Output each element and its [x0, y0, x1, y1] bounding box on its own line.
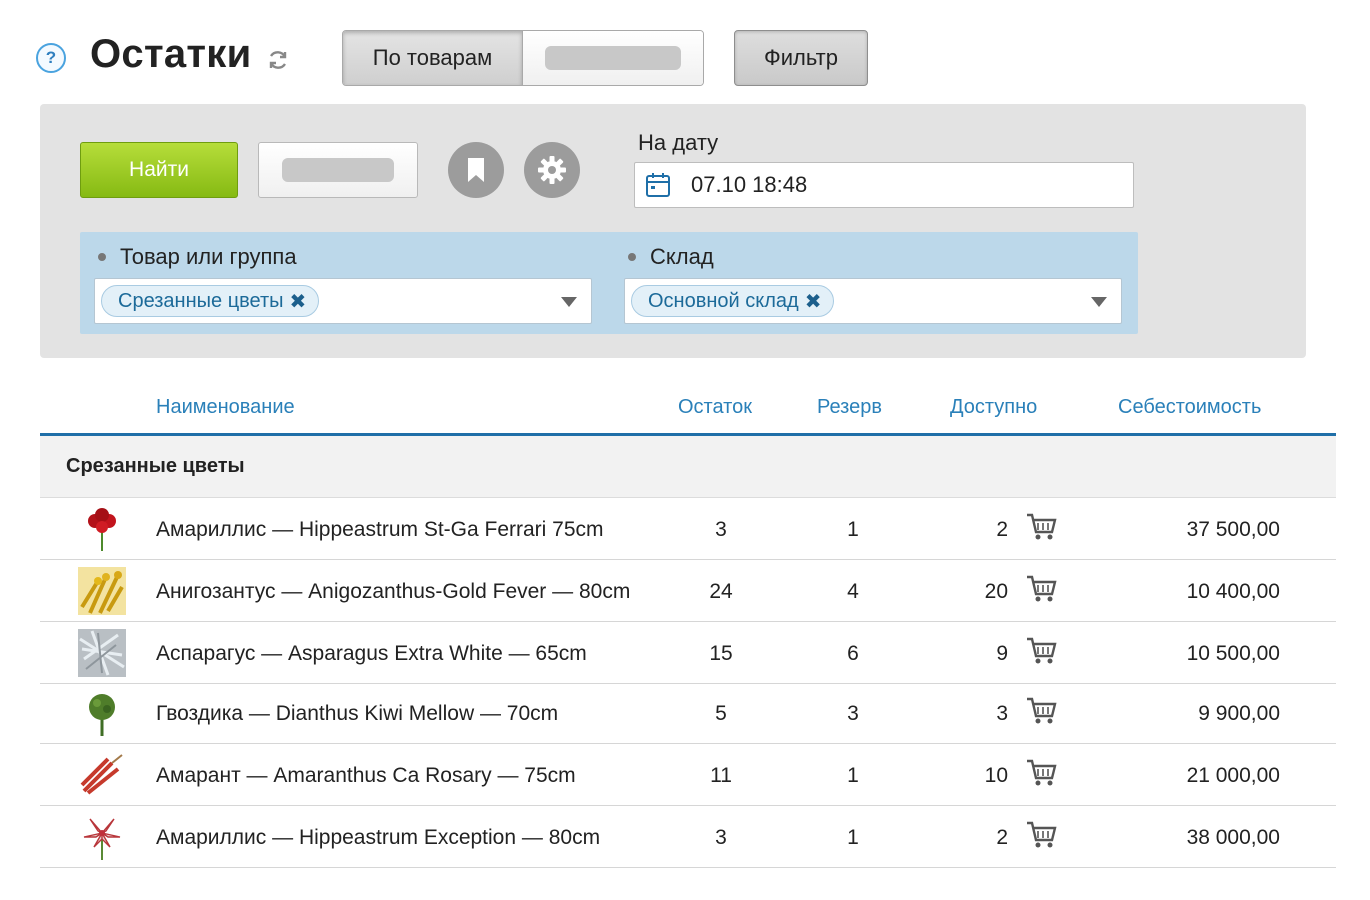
row-cost: 9 900,00: [1198, 702, 1280, 725]
row-stock: 15: [709, 642, 733, 665]
cart-icon[interactable]: [1026, 512, 1058, 542]
group-title: Срезанные цветы: [66, 455, 245, 477]
tab-second-view[interactable]: [523, 31, 703, 85]
table-row[interactable]: Аспарагус — Asparagus Extra White — 65cm…: [40, 622, 1336, 684]
row-stock: 3: [715, 518, 727, 541]
redacted-label: [545, 46, 681, 70]
flower-thumbnail: [78, 813, 126, 861]
group-row[interactable]: Срезанные цветы: [40, 436, 1336, 498]
bookmark-button[interactable]: [448, 142, 504, 198]
row-stock: 3: [715, 826, 727, 849]
row-available: 9: [996, 642, 1008, 665]
reset-button[interactable]: [258, 142, 418, 198]
chevron-down-icon[interactable]: [561, 297, 577, 307]
warehouse-select[interactable]: Основной склад ✖: [624, 278, 1122, 324]
row-reserve: 1: [847, 826, 859, 849]
row-name: Анигозантус — Anigozanthus-Gold Fever — …: [156, 580, 631, 603]
row-reserve: 1: [847, 764, 859, 787]
filter-panel: Найти На дату 07.10 18:48 Товар или груп…: [40, 104, 1306, 358]
row-stock: 5: [715, 702, 727, 725]
date-label: На дату: [638, 130, 719, 155]
table-row[interactable]: Амариллис — Hippeastrum St-Ga Ferrari 75…: [40, 498, 1336, 560]
table-header: Наименование Остаток Резерв Доступно Себ…: [40, 384, 1336, 436]
row-cost: 21 000,00: [1186, 764, 1280, 787]
page-title: Остатки: [90, 32, 252, 76]
row-name: Гвоздика — Dianthus Kiwi Mellow — 70cm: [156, 702, 559, 725]
chevron-down-icon[interactable]: [1091, 297, 1107, 307]
refresh-icon[interactable]: [266, 48, 290, 72]
row-name: Амарант — Amaranthus Ca Rosary — 75cm: [156, 764, 576, 787]
row-cost: 10 400,00: [1186, 580, 1280, 603]
row-name: Амариллис — Hippeastrum St-Ga Ferrari 75…: [156, 518, 604, 541]
condition-label-product: Товар или группа: [98, 244, 297, 270]
close-icon[interactable]: ✖: [290, 289, 307, 314]
filter-button[interactable]: Фильтр: [734, 30, 868, 86]
cart-icon[interactable]: [1026, 636, 1058, 666]
tab-by-products[interactable]: По товарам: [343, 31, 523, 85]
column-reserve[interactable]: Резерв: [817, 396, 882, 419]
column-name[interactable]: Наименование: [156, 396, 295, 419]
row-cost: 37 500,00: [1186, 518, 1280, 541]
chip-product-group: Срезанные цветы ✖: [101, 285, 320, 317]
row-cost: 38 000,00: [1186, 826, 1280, 849]
row-reserve: 3: [847, 702, 859, 725]
row-reserve: 1: [847, 518, 859, 541]
row-available: 3: [996, 702, 1008, 725]
row-stock: 11: [710, 764, 732, 787]
flower-thumbnail: [78, 689, 126, 737]
flower-thumbnail: [78, 505, 126, 553]
column-stock[interactable]: Остаток: [678, 396, 752, 419]
bookmark-icon: [468, 158, 484, 182]
cart-icon[interactable]: [1026, 574, 1058, 604]
gear-icon: [538, 156, 566, 184]
row-name: Аспарагус — Asparagus Extra White — 65cm: [156, 642, 587, 665]
calendar-icon[interactable]: [645, 172, 671, 198]
condition-label-warehouse: Склад: [628, 244, 714, 270]
flower-thumbnail: [78, 751, 126, 799]
row-stock: 24: [709, 580, 733, 603]
row-available: 2: [996, 518, 1008, 541]
row-cost: 10 500,00: [1186, 642, 1280, 665]
date-value: 07.10 18:48: [691, 172, 808, 197]
flower-thumbnail: [78, 567, 126, 615]
table-row[interactable]: Амариллис — Hippeastrum Exception — 80cm…: [40, 806, 1336, 868]
view-tabs: По товарам: [342, 30, 704, 86]
table-row[interactable]: Анигозантус — Anigozanthus-Gold Fever — …: [40, 560, 1336, 622]
row-available: 20: [984, 580, 1008, 603]
filter-conditions: Товар или группа Срезанные цветы ✖ Склад…: [80, 232, 1138, 334]
cart-icon[interactable]: [1026, 758, 1058, 788]
row-reserve: 6: [847, 642, 859, 665]
bullet-icon: [628, 253, 636, 261]
cart-icon[interactable]: [1026, 696, 1058, 726]
column-available[interactable]: Доступно: [950, 396, 1037, 419]
product-group-select[interactable]: Срезанные цветы ✖: [94, 278, 592, 324]
settings-button[interactable]: [524, 142, 580, 198]
redacted-label: [282, 158, 394, 182]
row-name: Амариллис — Hippeastrum Exception — 80cm: [156, 826, 601, 849]
help-icon[interactable]: ?: [36, 43, 66, 73]
close-icon[interactable]: ✖: [805, 289, 822, 314]
table-row[interactable]: Гвоздика — Dianthus Kiwi Mellow — 70cm 5…: [40, 684, 1336, 744]
flower-thumbnail: [78, 629, 126, 677]
row-reserve: 4: [847, 580, 859, 603]
table-row[interactable]: Амарант — Amaranthus Ca Rosary — 75cm 11…: [40, 744, 1336, 806]
column-cost[interactable]: Себестоимость: [1118, 396, 1261, 419]
row-available: 2: [996, 826, 1008, 849]
bullet-icon: [98, 253, 106, 261]
cart-icon[interactable]: [1026, 820, 1058, 850]
row-available: 10: [984, 764, 1008, 787]
chip-warehouse: Основной склад ✖: [631, 285, 835, 317]
date-input[interactable]: 07.10 18:48: [634, 162, 1134, 208]
find-button[interactable]: Найти: [80, 142, 238, 198]
